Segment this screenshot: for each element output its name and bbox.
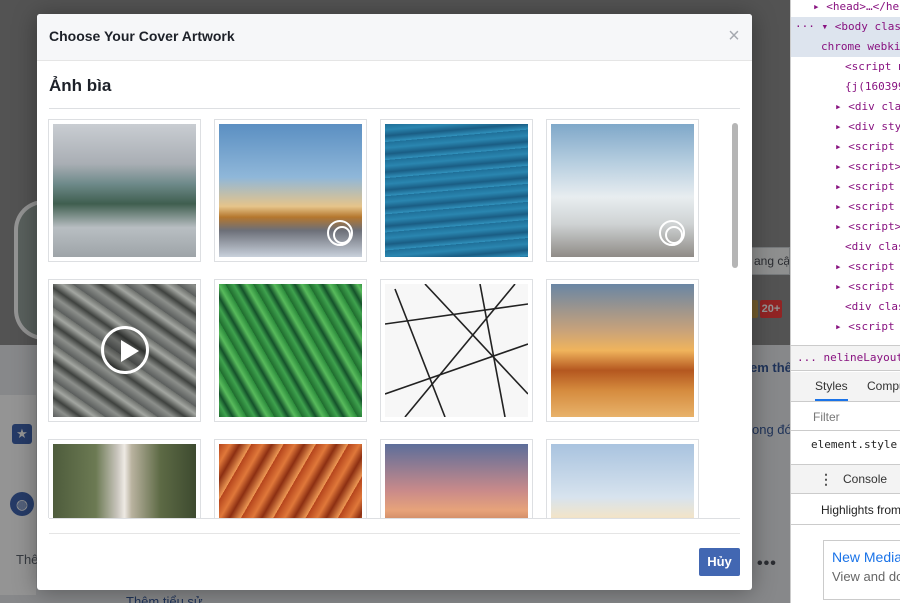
artwork-thumbnail-desert-sunset[interactable] [546, 279, 699, 422]
grid-bottom-divider [49, 518, 740, 519]
artwork-thumbnail-abstract-lines[interactable] [380, 279, 533, 422]
abstract-lines-art [385, 284, 528, 417]
artwork-image [53, 124, 196, 257]
close-icon[interactable]: × [725, 25, 743, 47]
artwork-thumbnail-ocean-waves[interactable] [380, 119, 533, 262]
elements-tree: ▸ <head>…</he ··· ▾ <body clas chrome webk… [791, 0, 900, 340]
element-style-rule: element.style [811, 438, 898, 451]
dom-node-line[interactable]: ▸ <script n [791, 277, 900, 297]
dom-node-line[interactable]: ▸ <head>…</he [791, 0, 900, 17]
artwork-image [219, 124, 362, 257]
drawer-tab-bar: ⋮ Console [791, 464, 900, 494]
section-divider [49, 108, 740, 109]
dom-node-line[interactable]: ▸ <div clas [791, 97, 900, 117]
section-title: Ảnh bìa [49, 76, 112, 95]
kebab-menu-icon[interactable]: ⋮ [819, 465, 833, 493]
artwork-grid [48, 119, 728, 518]
artwork-thumbnail-rocks-video[interactable] [48, 279, 201, 422]
artwork-image [551, 284, 694, 417]
panorama-360-icon [659, 220, 685, 246]
dom-node-line[interactable]: ▸ <script t [791, 137, 900, 157]
dom-node-line[interactable]: ▸ <script n [791, 257, 900, 277]
artwork-image [385, 284, 528, 417]
artwork-thumbnail-red-canyon[interactable] [214, 439, 367, 518]
scrollbar-thumb[interactable] [732, 123, 738, 268]
styles-tab-bar: Styles Compu [791, 372, 900, 402]
dom-node-line[interactable]: ▸ <script>… [791, 217, 900, 237]
dom-node-line[interactable]: <div clas [791, 297, 900, 317]
artwork-thumbnail-fern-leaves[interactable] [214, 279, 367, 422]
card-title: New Media [832, 549, 900, 565]
panorama-360-icon [327, 220, 353, 246]
cover-artwork-dialog: Choose Your Cover Artwork × Ảnh bìa Hủy [37, 14, 752, 590]
artwork-image [551, 124, 694, 257]
dom-node-line[interactable]: ··· ▾ <body clas [791, 17, 900, 37]
tab-computed[interactable]: Compu [867, 372, 900, 401]
artwork-thumbnail-dusk-cliffs[interactable] [380, 439, 533, 518]
artwork-thumbnail-cloud-sky-360[interactable] [546, 119, 699, 262]
artwork-image [219, 444, 362, 518]
dialog-title: Choose Your Cover Artwork [49, 28, 235, 44]
styles-filter-input[interactable]: Filter [791, 403, 900, 431]
card-subtitle: View and do [832, 569, 900, 584]
artwork-image [385, 444, 528, 518]
dom-node-line[interactable]: ▸ <script>… [791, 157, 900, 177]
dom-node-line[interactable]: ▸ <script n [791, 317, 900, 337]
artwork-image [219, 284, 362, 417]
cancel-button[interactable]: Hủy [699, 548, 740, 576]
dom-node-line[interactable]: ▸ <script n [791, 197, 900, 217]
artwork-image [385, 124, 528, 257]
dom-node-line[interactable]: chrome webki [791, 37, 900, 57]
footer-divider [49, 533, 740, 534]
play-icon [101, 326, 149, 374]
artwork-image [53, 444, 196, 518]
tab-console[interactable]: Console [843, 465, 887, 493]
artwork-image [53, 284, 196, 417]
dialog-header: Choose Your Cover Artwork × [37, 14, 752, 61]
highlights-heading: Highlights from [791, 495, 900, 525]
dom-node-line[interactable]: ▸ <script n [791, 177, 900, 197]
artwork-image [551, 444, 694, 518]
whats-new-card[interactable]: New Media View and do [823, 540, 900, 600]
devtools-panel: ▸ <head>…</he ··· ▾ <body clas chrome webk… [790, 0, 900, 603]
dom-node-line[interactable]: <div clas [791, 237, 900, 257]
artwork-thumbnail-waterfall[interactable] [48, 439, 201, 518]
artwork-thumbnail-mountain-lake[interactable] [48, 119, 201, 262]
dom-node-line[interactable]: ▸ <div styl [791, 117, 900, 137]
devtools-breadcrumb[interactable]: ... nelineLayout [791, 345, 900, 371]
grid-scrollbar[interactable] [730, 119, 740, 518]
artwork-thumbnail-mountain-range[interactable] [546, 439, 699, 518]
artwork-thumbnail-sunset-peak-360[interactable] [214, 119, 367, 262]
tab-styles[interactable]: Styles [815, 372, 848, 401]
dom-node-line[interactable]: {j(160399 [791, 77, 900, 97]
dom-node-line[interactable]: <script n [791, 57, 900, 77]
